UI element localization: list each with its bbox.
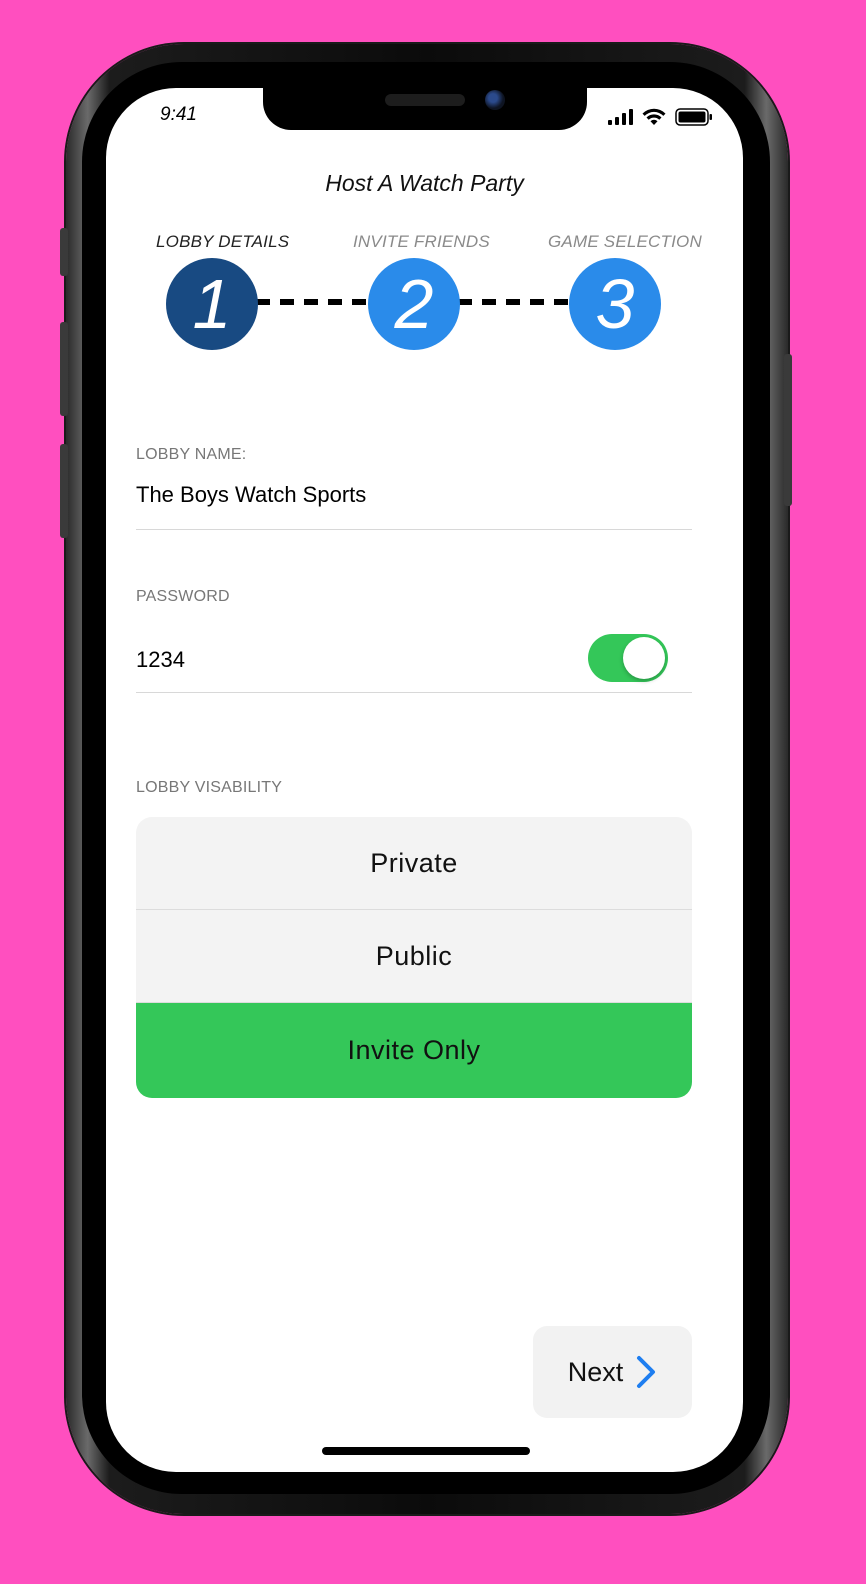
- step-label-game-selection: GAME SELECTION: [548, 232, 702, 251]
- volume-down-button: [60, 444, 68, 538]
- step-label-invite-friends: INVITE FRIENDS: [353, 232, 490, 251]
- step-connector-2-3: [458, 299, 576, 305]
- chevron-right-icon: [637, 1356, 656, 1388]
- password-input[interactable]: 1234: [136, 647, 185, 673]
- visibility-selector: Private Public Invite Only: [136, 817, 692, 1098]
- battery-icon: [675, 108, 712, 126]
- volume-up-button: [60, 322, 68, 416]
- front-camera-icon: [485, 90, 505, 110]
- lobby-visibility-label: LOBBY VISABILITY: [136, 779, 283, 796]
- lobby-name-underline: [136, 529, 692, 530]
- notch: [263, 88, 587, 130]
- next-button[interactable]: Next: [533, 1326, 692, 1418]
- visibility-option-private[interactable]: Private: [136, 817, 692, 910]
- power-button: [784, 354, 792, 506]
- status-icons: [608, 106, 713, 128]
- password-label: PASSWORD: [136, 588, 230, 605]
- toggle-knob: [623, 637, 665, 679]
- app-screen: 9:41 Host A Watch Party LOBBY DETAILS IN…: [106, 88, 743, 1472]
- cellular-signal-icon: [608, 109, 633, 125]
- mute-switch: [60, 228, 68, 276]
- lobby-name-input[interactable]: The Boys Watch Sports: [136, 482, 366, 508]
- step-label-lobby-details: LOBBY DETAILS: [156, 232, 290, 251]
- visibility-option-invite-only[interactable]: Invite Only: [136, 1003, 692, 1098]
- lobby-name-label: LOBBY NAME:: [136, 446, 247, 463]
- step-1-circle[interactable]: 1: [166, 258, 258, 350]
- page-title: Host A Watch Party: [325, 170, 524, 196]
- password-underline: [136, 692, 692, 693]
- home-indicator[interactable]: [322, 1447, 530, 1455]
- step-3-circle[interactable]: 3: [569, 258, 661, 350]
- visibility-option-public[interactable]: Public: [136, 910, 692, 1003]
- step-2-circle[interactable]: 2: [368, 258, 460, 350]
- status-time: 9:41: [160, 104, 197, 125]
- wifi-icon: [642, 108, 666, 125]
- next-button-label: Next: [567, 1356, 624, 1387]
- password-toggle[interactable]: [588, 634, 668, 682]
- step-connector-1-2: [256, 299, 374, 305]
- speaker-grille: [385, 94, 465, 106]
